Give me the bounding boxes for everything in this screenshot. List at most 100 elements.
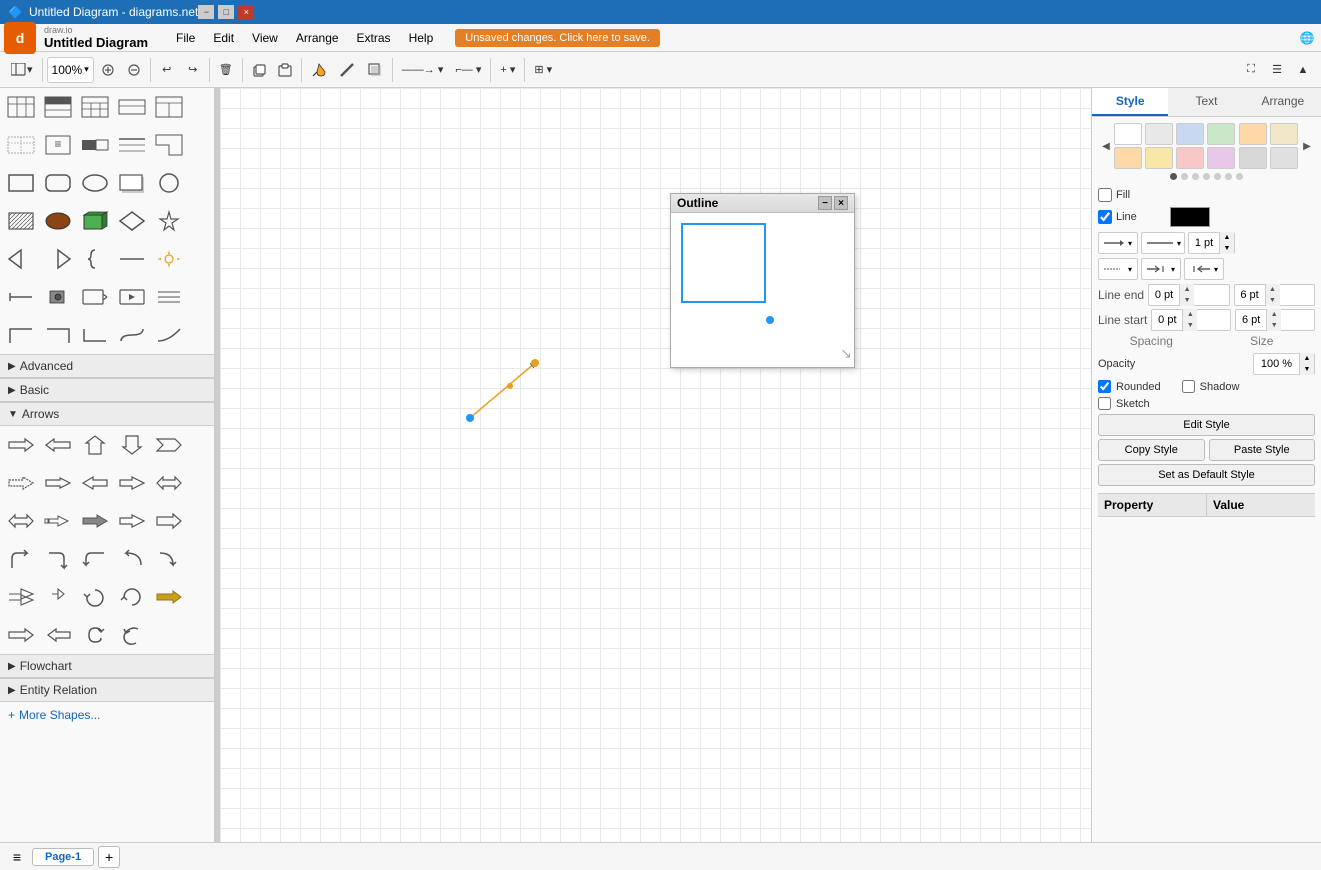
menu-extras[interactable]: Extras: [349, 29, 399, 47]
spinbox-up-button[interactable]: ▲: [1180, 284, 1194, 295]
shape-cell[interactable]: [4, 130, 38, 160]
arrow-double[interactable]: [152, 468, 186, 498]
zoom-in-button[interactable]: [96, 57, 120, 83]
waypoint-button[interactable]: ⌐— ▾: [450, 57, 486, 83]
shape-rect-shadow[interactable]: [115, 168, 149, 198]
palette-dot-3[interactable]: [1192, 173, 1199, 180]
menu-edit[interactable]: Edit: [205, 29, 242, 47]
save-button[interactable]: Unsaved changes. Click here to save.: [455, 29, 660, 47]
menu-arrange[interactable]: Arrange: [288, 29, 347, 47]
shape-cell[interactable]: [4, 92, 38, 122]
arrow-simple-right[interactable]: [4, 620, 38, 650]
line-start-pt-input[interactable]: [1152, 314, 1182, 326]
spinbox-down-button[interactable]: ▼: [1300, 364, 1314, 375]
fill-checkbox[interactable]: [1098, 188, 1112, 202]
shape-corner-bl[interactable]: [78, 320, 112, 350]
section-basic[interactable]: ▶ Basic: [0, 378, 214, 402]
edit-style-button[interactable]: Edit Style: [1098, 414, 1315, 436]
opacity-input[interactable]: [1254, 358, 1299, 370]
arrow-bent-right2[interactable]: [41, 544, 75, 574]
color-swatch-lightgray[interactable]: [1145, 123, 1173, 145]
copy-button[interactable]: [247, 57, 271, 83]
arrow-bent-up[interactable]: [4, 544, 38, 574]
arrow-right3[interactable]: [152, 582, 186, 612]
globe-icon[interactable]: 🌐: [1297, 28, 1317, 48]
spinbox-up-button[interactable]: ▲: [1300, 353, 1314, 364]
outline-minimize-button[interactable]: −: [818, 196, 832, 210]
color-swatch-lightorange[interactable]: [1239, 123, 1267, 145]
shape-s-curve[interactable]: [115, 320, 149, 350]
arrow-bent-right[interactable]: [4, 468, 38, 498]
spinbox-up-button[interactable]: ▲: [1266, 284, 1280, 295]
copy-style-button[interactable]: Copy Style: [1098, 439, 1205, 461]
shape-curve[interactable]: [152, 320, 186, 350]
shape-circle[interactable]: [152, 168, 186, 198]
line-end-arrow-dropdown[interactable]: ▾: [1141, 258, 1181, 280]
shape-cell[interactable]: [152, 130, 186, 160]
line-color-button[interactable]: [334, 57, 360, 83]
canvas-area[interactable]: Outline − × ↘: [220, 88, 1091, 842]
menu-view[interactable]: View: [244, 29, 286, 47]
color-swatch-pink[interactable]: [1176, 147, 1204, 169]
shape-label[interactable]: [78, 282, 112, 312]
shape-brace[interactable]: [78, 244, 112, 274]
line-dash-style-dropdown[interactable]: ▾: [1141, 232, 1185, 254]
menu-help[interactable]: Help: [401, 29, 442, 47]
line-start-arrow-dropdown[interactable]: ▾: [1184, 258, 1224, 280]
arrow-u-turn[interactable]: [78, 544, 112, 574]
spinbox-down-button[interactable]: ▼: [1183, 320, 1197, 331]
close-button[interactable]: ×: [238, 5, 254, 19]
tab-text[interactable]: Text: [1168, 88, 1244, 116]
palette-dot-1[interactable]: [1170, 173, 1177, 180]
arrow-undo[interactable]: [115, 620, 149, 650]
spinbox-down-button[interactable]: ▼: [1220, 243, 1234, 254]
arrow-right2[interactable]: [115, 468, 149, 498]
zoom-out-button[interactable]: [122, 57, 146, 83]
arrow-double-h[interactable]: [4, 506, 38, 536]
shape-corner-tl[interactable]: [4, 320, 38, 350]
line-color-swatch[interactable]: [1170, 207, 1210, 227]
palette-next-button[interactable]: ▶: [1299, 131, 1315, 161]
palette-dot-5[interactable]: [1214, 173, 1221, 180]
color-swatch-lightyellow[interactable]: [1270, 123, 1298, 145]
line-end-size-input[interactable]: [1235, 289, 1265, 301]
color-swatch-gray[interactable]: [1239, 147, 1267, 169]
shape-corner-tr[interactable]: [41, 320, 75, 350]
palette-dot-6[interactable]: [1225, 173, 1232, 180]
outline-resize-icon[interactable]: ↘: [840, 345, 852, 362]
arrow-thick[interactable]: [78, 506, 112, 536]
arrow-down[interactable]: [115, 430, 149, 460]
page-tab-1[interactable]: Page-1: [32, 848, 94, 866]
arrow-circular[interactable]: [78, 582, 112, 612]
fill-color-button[interactable]: [306, 57, 332, 83]
line-start-pt-spinbox[interactable]: ▲ ▼: [1151, 309, 1231, 331]
section-flowchart[interactable]: ▶ Flowchart: [0, 654, 214, 678]
arrow-chevron[interactable]: [152, 430, 186, 460]
shape-dotted[interactable]: [41, 206, 75, 236]
menu-file[interactable]: File: [168, 29, 203, 47]
shape-arrow-left[interactable]: [4, 282, 38, 312]
shadow-checkbox[interactable]: [1182, 380, 1195, 393]
shape-cell[interactable]: [78, 92, 112, 122]
shape-cell[interactable]: [41, 92, 75, 122]
shape-cell[interactable]: [115, 92, 149, 122]
arrow-wide[interactable]: [152, 506, 186, 536]
color-swatch-orange[interactable]: [1114, 147, 1142, 169]
line-width-input[interactable]: [1189, 237, 1219, 249]
arrow-triple[interactable]: [41, 506, 75, 536]
delete-button[interactable]: 🗑: [214, 57, 238, 83]
line-start-size-spinbox[interactable]: ▲ ▼: [1235, 309, 1315, 331]
color-swatch-lightblue[interactable]: [1176, 123, 1204, 145]
spinbox-up-button[interactable]: ▲: [1183, 309, 1197, 320]
shape-hatched[interactable]: [4, 206, 38, 236]
spinbox-down-button[interactable]: ▼: [1266, 295, 1280, 306]
shape-triangle-left[interactable]: [4, 244, 38, 274]
line-width-spinbox[interactable]: ▲ ▼: [1188, 232, 1235, 254]
insert-button[interactable]: + ▾: [495, 57, 520, 83]
color-swatch-yellow[interactable]: [1145, 147, 1173, 169]
section-advanced[interactable]: ▶ Advanced: [0, 354, 214, 378]
shape-star[interactable]: [152, 206, 186, 236]
shape-list[interactable]: [152, 282, 186, 312]
zoom-level-display[interactable]: 100% ▾: [47, 57, 94, 83]
outline-handle-br[interactable]: [766, 316, 774, 324]
